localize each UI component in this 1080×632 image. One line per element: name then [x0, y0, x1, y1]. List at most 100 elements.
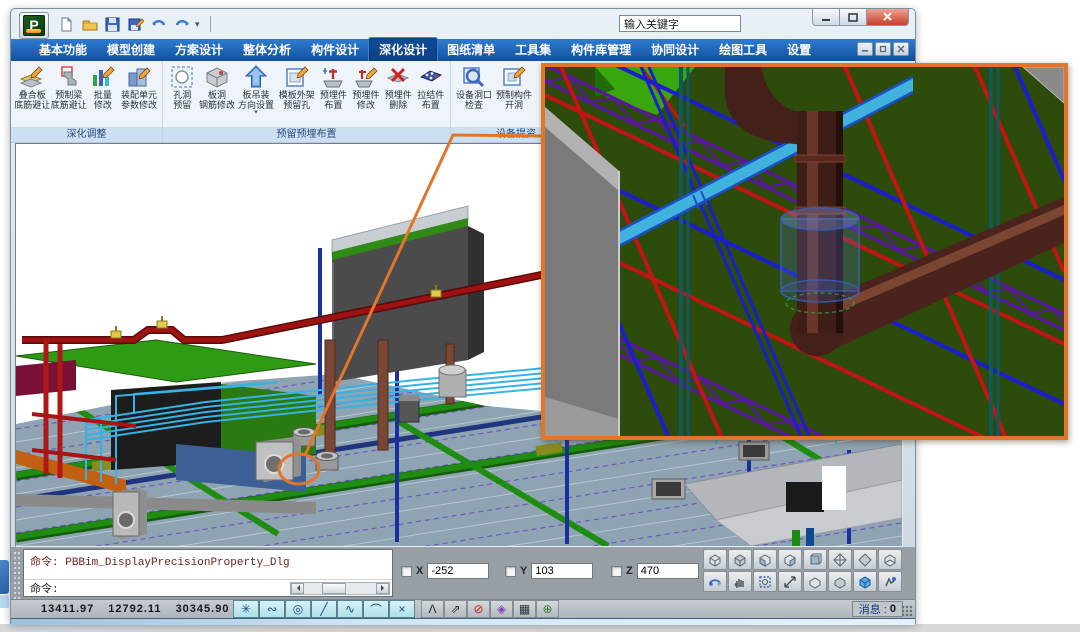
- maximize-button[interactable]: [840, 9, 867, 26]
- walkthrough-button[interactable]: [878, 571, 902, 592]
- x-lock-checkbox[interactable]: [401, 566, 412, 577]
- zoom-window-button[interactable]: [753, 571, 777, 592]
- minimize-button[interactable]: [812, 9, 840, 26]
- qat-separator: [210, 16, 211, 32]
- line-toggle[interactable]: ╱: [311, 600, 337, 618]
- button-label: 预埋件: [320, 90, 347, 100]
- embed-part-place-button[interactable]: 预埋件 布置: [317, 62, 349, 110]
- orbit-button[interactable]: [703, 571, 727, 592]
- tab-deepening-design[interactable]: 深化设计: [369, 38, 437, 62]
- tab-model-creation[interactable]: 模型创建: [97, 38, 165, 62]
- prev-view-button[interactable]: [803, 571, 827, 592]
- arc-toggle[interactable]: ⌒: [363, 600, 389, 618]
- batch-modify-button[interactable]: 批量 修改: [87, 62, 119, 110]
- slab-hole-rebar-button[interactable]: 板洞 钢筋修改: [198, 62, 235, 110]
- zoom-extents-button[interactable]: [778, 571, 802, 592]
- hole-reserve-button[interactable]: 孔洞 预留: [166, 62, 198, 110]
- trim-toggle[interactable]: ×: [389, 600, 415, 618]
- message-counter[interactable]: 消息 : 0: [852, 601, 903, 617]
- y-lock-checkbox[interactable]: [505, 566, 516, 577]
- formwork-reserve-hole-button[interactable]: 模板外架 预留孔: [276, 62, 317, 110]
- window-bottom-border: [11, 618, 915, 625]
- angle-toggle[interactable]: Λ: [421, 600, 444, 618]
- undo-button[interactable]: [149, 15, 168, 33]
- x-value-input[interactable]: [427, 563, 489, 579]
- tab-component-library[interactable]: 构件库管理: [561, 38, 641, 62]
- y-value-input[interactable]: [531, 563, 593, 579]
- save-button[interactable]: [103, 15, 122, 33]
- doc-close-button[interactable]: [893, 42, 909, 56]
- command-hscrollbar[interactable]: [290, 582, 390, 595]
- slab-hoist-direction-button[interactable]: 板吊装 方向设置 ▾: [236, 62, 277, 116]
- z-lock-checkbox[interactable]: [611, 566, 622, 577]
- save-as-button[interactable]: [126, 15, 145, 33]
- embed-part-delete-button[interactable]: 预埋件 删除: [382, 62, 414, 110]
- z-value-input[interactable]: [637, 563, 699, 579]
- coord-z: 30345.90: [176, 603, 230, 615]
- tie-part-place-button[interactable]: 拉结件 布置: [415, 62, 447, 110]
- equipment-opening-check-button[interactable]: 设备洞口 检查: [454, 62, 494, 110]
- composite-slab-rebar-avoid-button[interactable]: 叠合板 底筋避让: [14, 62, 50, 110]
- close-button[interactable]: [867, 9, 909, 26]
- command-window[interactable]: 命令: PBBim_DisplayPrecisionProperty_Dlg 命…: [23, 549, 393, 597]
- tab-drawing-list[interactable]: 图纸清单: [437, 38, 505, 62]
- doc-minimize-button[interactable]: [857, 42, 873, 56]
- button-label: 板洞: [208, 90, 226, 100]
- new-file-button[interactable]: [57, 15, 76, 33]
- pan-button[interactable]: [728, 571, 752, 592]
- precast-component-opening-button[interactable]: 预制构件 开洞: [494, 62, 534, 110]
- back-view-button[interactable]: [878, 549, 902, 570]
- bottom-view-button[interactable]: [728, 549, 752, 570]
- scrollbar-thumb[interactable]: [322, 583, 346, 594]
- crosshair-toggle[interactable]: ⊕: [536, 600, 559, 618]
- status-bar: 13411.9712792.1130345.90 ✳ ∾ ◎ ╱ ∿ ⌒ × Λ…: [11, 599, 915, 618]
- command-input[interactable]: [59, 582, 290, 595]
- precast-beam-rebar-avoid-button[interactable]: 预制梁 底筋避让: [50, 62, 86, 110]
- doc-close-icon: [897, 45, 905, 53]
- ucs-toggle[interactable]: ◈: [490, 600, 513, 618]
- resize-grip[interactable]: [901, 605, 913, 617]
- precast-beam-icon: [56, 64, 82, 90]
- osnap-center-toggle[interactable]: ◎: [285, 600, 311, 618]
- app-menu-button[interactable]: P: [19, 12, 49, 39]
- camera-toggle[interactable]: ⇗: [444, 600, 467, 618]
- tab-collaborative-design[interactable]: 协同设计: [641, 38, 709, 62]
- qat-customize-caret-icon[interactable]: ▾: [195, 19, 200, 30]
- cube-icon: [833, 575, 847, 589]
- doc-restore-button[interactable]: [875, 42, 891, 56]
- embed-place-icon: [320, 64, 346, 90]
- cube-icon: [783, 553, 797, 567]
- redo-button[interactable]: [172, 15, 191, 33]
- next-view-button[interactable]: [828, 571, 852, 592]
- top-view-button[interactable]: [703, 549, 727, 570]
- disable-toggle[interactable]: ⊘: [467, 600, 490, 618]
- wave-toggle[interactable]: ∿: [337, 600, 363, 618]
- command-prompt: 命令:: [30, 557, 59, 569]
- shaded-view-button[interactable]: [853, 571, 877, 592]
- search-input[interactable]: [619, 15, 741, 32]
- tab-scheme-design[interactable]: 方案设计: [165, 38, 233, 62]
- grid-toggle[interactable]: ▦: [513, 600, 536, 618]
- scroll-left-arrow-icon[interactable]: [291, 583, 304, 594]
- right-view-button[interactable]: [778, 549, 802, 570]
- tab-drawing-tools[interactable]: 绘图工具: [709, 38, 777, 62]
- front-view-button[interactable]: [803, 549, 827, 570]
- iso-sw-view-button[interactable]: [853, 549, 877, 570]
- left-view-button[interactable]: [753, 549, 777, 570]
- tab-basic-functions[interactable]: 基本功能: [29, 38, 97, 62]
- polyline-toggle[interactable]: ∾: [259, 600, 285, 618]
- tab-component-design[interactable]: 构件设计: [301, 38, 369, 62]
- zoom-extents-icon: [783, 575, 797, 589]
- tab-overall-analysis[interactable]: 整体分析: [233, 38, 301, 62]
- scroll-right-arrow-icon[interactable]: [376, 583, 389, 594]
- snap-toggle[interactable]: ✳: [233, 600, 259, 618]
- x-field-group: X: [401, 563, 489, 579]
- open-file-button[interactable]: [80, 15, 99, 33]
- embed-part-modify-button[interactable]: 预埋件 修改: [350, 62, 382, 110]
- assembly-unit-params-button[interactable]: 装配单元 参数修改: [119, 62, 159, 110]
- tab-settings[interactable]: 设置: [777, 38, 821, 62]
- command-history-line: 命令: PBBim_DisplayPrecisionProperty_Dlg: [24, 550, 392, 578]
- ribbon-group-label: 预留预埋布置: [163, 127, 450, 142]
- iso-ne-view-button[interactable]: [828, 549, 852, 570]
- tab-toolset[interactable]: 工具集: [505, 38, 561, 62]
